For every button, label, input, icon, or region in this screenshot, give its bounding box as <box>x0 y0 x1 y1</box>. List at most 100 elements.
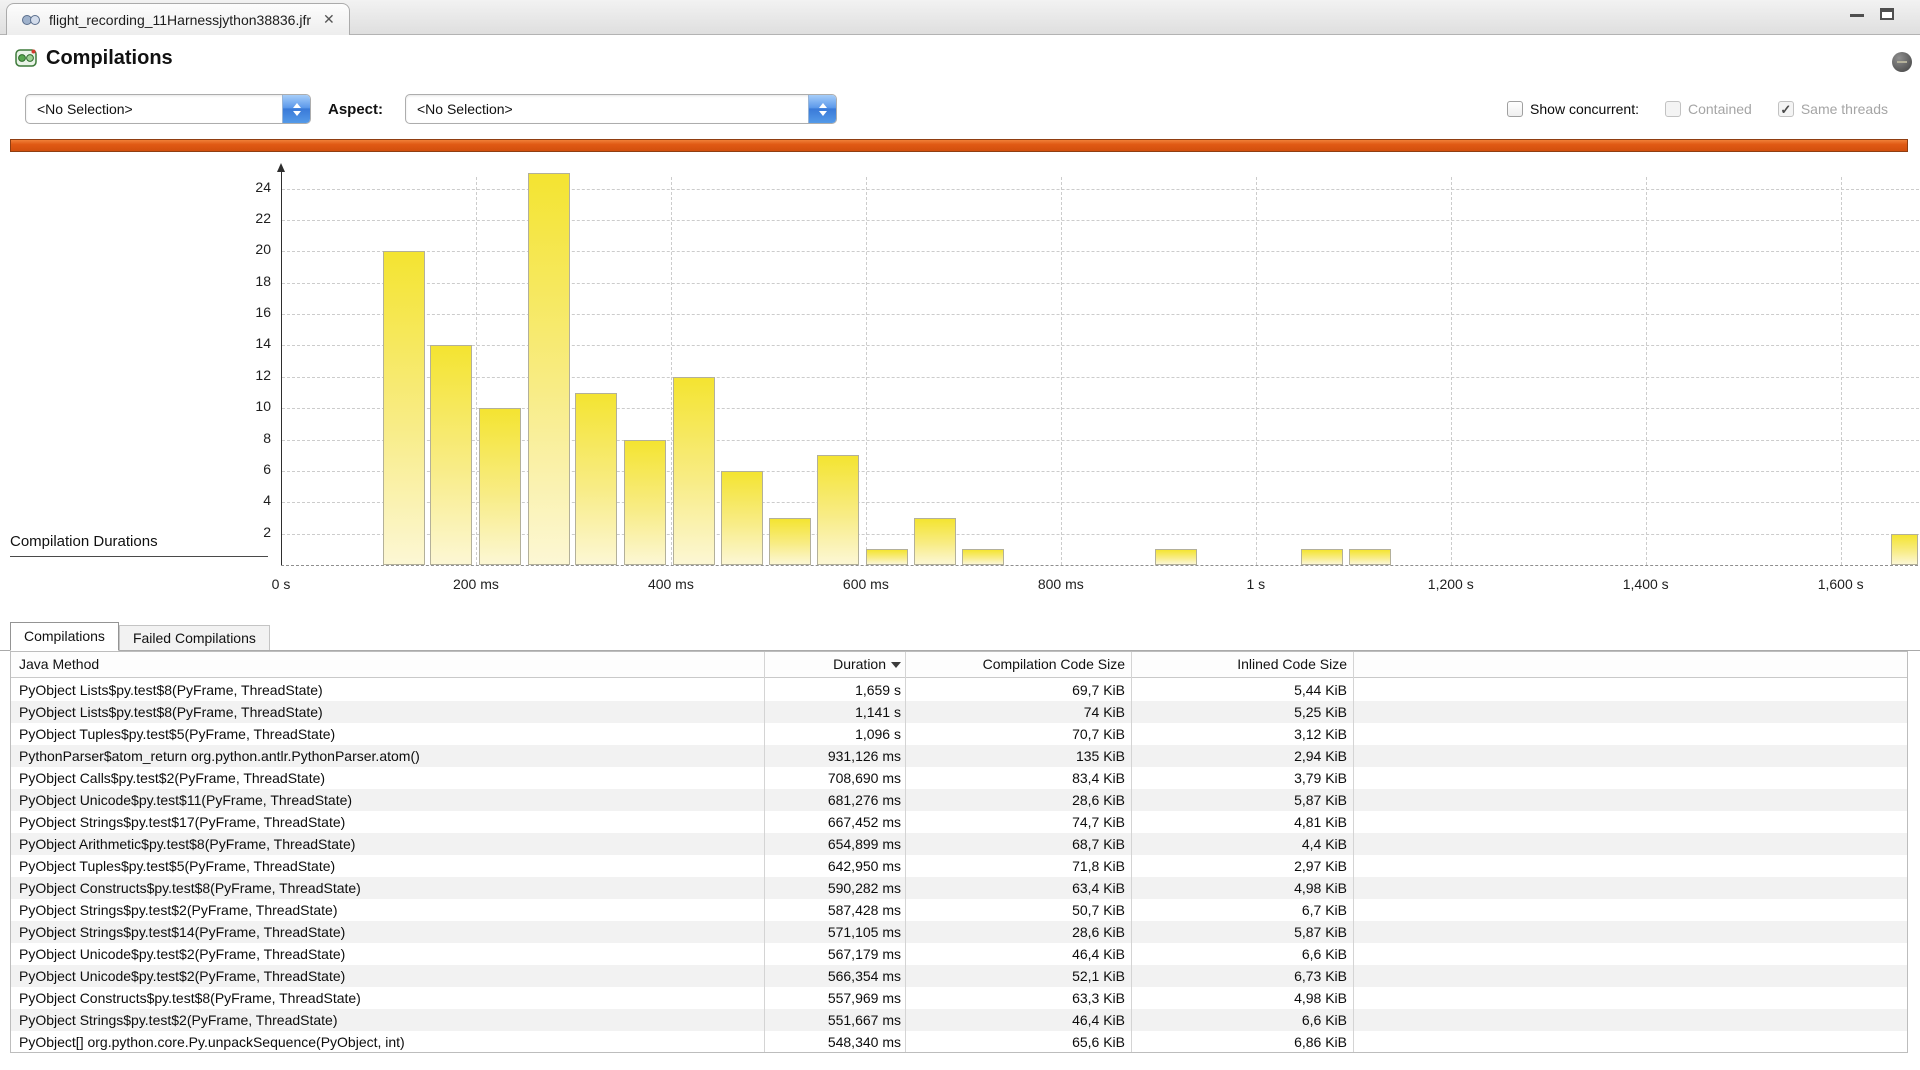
collapse-section-button[interactable] <box>1892 52 1912 72</box>
cell-inlined-code-size: 5,44 KiB <box>1131 679 1347 701</box>
histogram-bar[interactable] <box>866 549 908 565</box>
x-axis-tick-label: 1,400 s <box>1576 576 1716 592</box>
histogram-bar[interactable] <box>1301 549 1343 565</box>
table-row[interactable]: PyObject Constructs$py.test$8(PyFrame, T… <box>11 987 1907 1009</box>
y-axis-tick-label: 16 <box>227 304 271 320</box>
histogram-bar[interactable] <box>673 377 715 565</box>
cell-java-method: PyObject Constructs$py.test$8(PyFrame, T… <box>19 877 759 899</box>
cell-java-method: PyObject Lists$py.test$8(PyFrame, Thread… <box>19 679 759 701</box>
checkbox[interactable] <box>1665 101 1681 117</box>
table-row[interactable]: PyObject Unicode$py.test$2(PyFrame, Thre… <box>11 943 1907 965</box>
histogram-bar[interactable] <box>383 251 425 565</box>
table-row[interactable]: PythonParser$atom_return org.python.antl… <box>11 745 1907 767</box>
histogram-bar[interactable] <box>624 440 666 565</box>
column-header-inlined-code-size[interactable]: Inlined Code Size <box>1131 652 1353 677</box>
recording-tab[interactable]: flight_recording_11Harnessjython38836.jf… <box>6 3 350 35</box>
checkbox[interactable] <box>1507 101 1523 117</box>
checkbox[interactable]: ✓ <box>1778 101 1794 117</box>
table-row[interactable]: PyObject Tuples$py.test$5(PyFrame, Threa… <box>11 723 1907 745</box>
close-tab-icon[interactable]: ✕ <box>323 11 335 28</box>
histogram-bar[interactable] <box>1349 549 1391 565</box>
cell-java-method: PyObject Unicode$py.test$11(PyFrame, Thr… <box>19 789 759 811</box>
cell-duration: 642,950 ms <box>764 855 901 877</box>
table-row[interactable]: PyObject Strings$py.test$14(PyFrame, Thr… <box>11 921 1907 943</box>
table-row[interactable]: PyObject Calls$py.test$2(PyFrame, Thread… <box>11 767 1907 789</box>
tab-failed-compilations[interactable]: Failed Compilations <box>119 625 270 650</box>
table-row[interactable]: PyObject Lists$py.test$8(PyFrame, Thread… <box>11 701 1907 723</box>
histogram-bar[interactable] <box>914 518 956 565</box>
histogram-bar[interactable] <box>962 549 1004 565</box>
cell-java-method: PyObject[] org.python.core.Py.unpackSequ… <box>19 1031 759 1053</box>
cell-compilation-code-size: 65,6 KiB <box>909 1031 1125 1053</box>
histogram-bar[interactable] <box>575 393 617 565</box>
maximize-window-icon[interactable] <box>1880 8 1894 20</box>
cell-inlined-code-size: 6,73 KiB <box>1131 965 1347 987</box>
checkbox-item[interactable]: ✓Same threads <box>1778 101 1888 117</box>
histogram-bar[interactable] <box>430 345 472 565</box>
histogram-bar[interactable] <box>721 471 763 565</box>
cell-duration: 654,899 ms <box>764 833 901 855</box>
cell-duration: 590,282 ms <box>764 877 901 899</box>
table-row[interactable]: PyObject Strings$py.test$17(PyFrame, Thr… <box>11 811 1907 833</box>
column-divider <box>1353 652 1354 1052</box>
histogram-bar[interactable] <box>479 408 521 565</box>
table-row[interactable]: PyObject Lists$py.test$8(PyFrame, Thread… <box>11 679 1907 701</box>
column-header-java-method[interactable]: Java Method <box>19 652 99 677</box>
y-axis-tick-label: 18 <box>227 273 271 289</box>
histogram-bar[interactable] <box>817 455 859 565</box>
column-header-compilation-code-size[interactable]: Compilation Code Size <box>909 652 1131 677</box>
cell-compilation-code-size: 135 KiB <box>909 745 1125 767</box>
cell-inlined-code-size: 4,81 KiB <box>1131 811 1347 833</box>
tab-compilations[interactable]: Compilations <box>10 622 119 651</box>
histogram-bar[interactable] <box>528 173 570 565</box>
cell-java-method: PyObject Constructs$py.test$8(PyFrame, T… <box>19 987 759 1009</box>
aspect-dropdown[interactable]: <No Selection> <box>405 94 837 124</box>
aspect-dropdown-value: <No Selection> <box>406 101 808 117</box>
x-axis-tick-label: 1,600 s <box>1771 576 1911 592</box>
table-row[interactable]: PyObject Strings$py.test$2(PyFrame, Thre… <box>11 899 1907 921</box>
table-row[interactable]: PyObject Constructs$py.test$8(PyFrame, T… <box>11 877 1907 899</box>
cell-inlined-code-size: 4,98 KiB <box>1131 877 1347 899</box>
x-axis-tick-label: 600 ms <box>796 576 936 592</box>
histogram-bar[interactable] <box>1155 549 1197 565</box>
cell-duration: 1,141 s <box>764 701 901 723</box>
table-row[interactable]: PyObject Unicode$py.test$11(PyFrame, Thr… <box>11 789 1907 811</box>
cell-duration: 548,340 ms <box>764 1031 901 1053</box>
gridline-vertical <box>1451 177 1452 565</box>
cell-duration: 571,105 ms <box>764 921 901 943</box>
cell-inlined-code-size: 6,86 KiB <box>1131 1031 1347 1053</box>
histogram-bar[interactable] <box>1891 534 1918 565</box>
checkbox-label: Show concurrent: <box>1530 101 1639 117</box>
dropdown-stepper-icon[interactable] <box>282 95 310 123</box>
cell-duration: 708,690 ms <box>764 767 901 789</box>
flight-recorder-window: flight_recording_11Harnessjython38836.jf… <box>0 0 1920 1070</box>
cell-duration: 1,659 s <box>764 679 901 701</box>
selection-dropdown[interactable]: <No Selection> <box>25 94 311 124</box>
table-row[interactable]: PyObject Tuples$py.test$5(PyFrame, Threa… <box>11 855 1907 877</box>
table-row[interactable]: PyObject Arithmetic$py.test$8(PyFrame, T… <box>11 833 1907 855</box>
table-row[interactable]: PyObject Unicode$py.test$2(PyFrame, Thre… <box>11 965 1907 987</box>
table-body: PyObject Lists$py.test$8(PyFrame, Thread… <box>11 652 1907 1052</box>
cell-duration: 566,354 ms <box>764 965 901 987</box>
gridline-vertical <box>1646 177 1647 565</box>
table-row[interactable]: PyObject[] org.python.core.Py.unpackSequ… <box>11 1031 1907 1053</box>
cell-inlined-code-size: 6,6 KiB <box>1131 1009 1347 1031</box>
column-divider <box>764 652 765 1052</box>
table-row[interactable]: PyObject Strings$py.test$2(PyFrame, Thre… <box>11 1009 1907 1031</box>
cell-compilation-code-size: 63,4 KiB <box>909 877 1125 899</box>
minimize-window-icon[interactable] <box>1850 14 1864 17</box>
dropdown-stepper-icon[interactable] <box>808 95 836 123</box>
timeline-range-selector[interactable] <box>10 139 1908 152</box>
checkbox-item[interactable]: Contained <box>1665 101 1752 117</box>
selection-dropdown-value: <No Selection> <box>26 101 282 117</box>
histogram-bar[interactable] <box>769 518 811 565</box>
compilations-icon <box>15 47 37 69</box>
cell-java-method: PyObject Strings$py.test$17(PyFrame, Thr… <box>19 811 759 833</box>
cell-java-method: PyObject Arithmetic$py.test$8(PyFrame, T… <box>19 833 759 855</box>
y-axis-tick-label: 22 <box>227 210 271 226</box>
checkbox-item[interactable]: Show concurrent: <box>1507 101 1639 117</box>
cell-compilation-code-size: 46,4 KiB <box>909 1009 1125 1031</box>
cell-java-method: PyObject Strings$py.test$2(PyFrame, Thre… <box>19 899 759 921</box>
column-header-duration[interactable]: Duration <box>764 652 905 677</box>
gridline-vertical <box>671 177 672 565</box>
